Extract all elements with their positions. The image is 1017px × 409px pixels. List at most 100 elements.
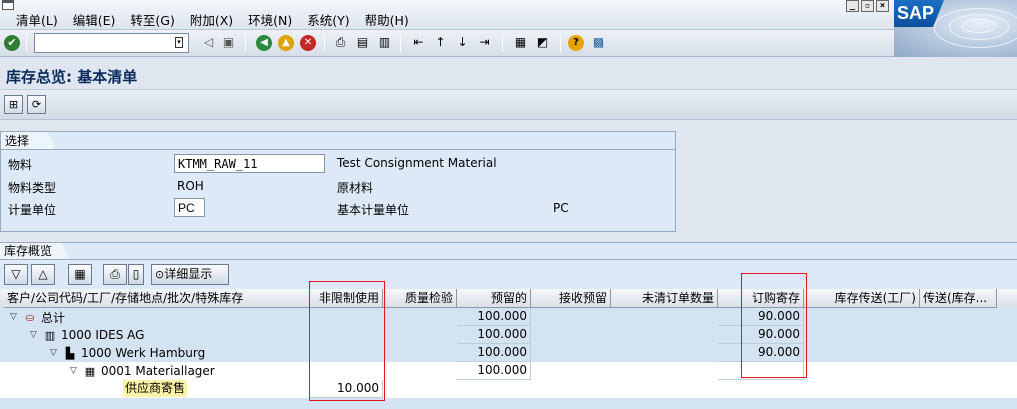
col-receipt-reserved[interactable]: 接收预留 bbox=[531, 289, 611, 308]
material-select-icon[interactable]: ⊞ bbox=[4, 95, 23, 114]
grid-header: 客户/公司代码/工厂/存储地点/批次/特殊库存 非限制使用 质量检验 预留的 接… bbox=[0, 289, 1017, 308]
magnifier-icon: ⊙ bbox=[155, 268, 165, 281]
row-label: 1000 IDES AG bbox=[61, 328, 145, 342]
sap-logo-area: SAP bbox=[894, 0, 1017, 57]
print-icon[interactable]: ⎙ bbox=[332, 34, 349, 51]
menu-bar: 清单(L) 编辑(E) 转至(G) 附加(X) 环境(N) 系统(Y) 帮助(H… bbox=[0, 0, 1017, 30]
col-transfer-storage[interactable]: 传送(库存... bbox=[920, 289, 997, 308]
menu-items: 清单(L) 编辑(E) 转至(G) 附加(X) 环境(N) 系统(Y) 帮助(H… bbox=[16, 10, 409, 29]
refresh-icon[interactable]: ⟳ bbox=[27, 95, 46, 114]
vendor-consignment-label[interactable]: 供应商寄售 bbox=[123, 380, 187, 397]
storage-location-icon: ▦ bbox=[84, 364, 96, 378]
material-type-label: 物料类型 bbox=[8, 181, 57, 195]
detail-display-label: 详细显示 bbox=[164, 267, 213, 281]
table-row[interactable]: ▽ ▦ 0001 Materiallager 100.000 bbox=[0, 362, 1017, 380]
col-unrestricted[interactable]: 非限制使用 bbox=[310, 289, 383, 308]
window-controls: _ ▫ × bbox=[846, 0, 889, 12]
row-label: 0001 Materiallager bbox=[101, 364, 215, 378]
expand-icon[interactable]: ▽ bbox=[4, 264, 28, 285]
company-building-icon: ▥ bbox=[44, 328, 56, 342]
collapse-triangle-icon[interactable]: ▽ bbox=[8, 312, 19, 322]
row-label: 1000 Werk Hamburg bbox=[81, 346, 206, 360]
col-consignment-order[interactable]: 订购寄存 bbox=[718, 289, 804, 308]
reserved-value: 100.000 bbox=[457, 362, 531, 380]
menu-environment[interactable]: 环境(N) bbox=[248, 10, 292, 29]
find-icon[interactable]: ▦ bbox=[68, 264, 92, 285]
minimize-icon[interactable]: _ bbox=[846, 0, 859, 12]
selection-header: 选择 bbox=[1, 132, 56, 150]
uom-label: 计量单位 bbox=[8, 203, 57, 217]
menu-edit[interactable]: 编辑(E) bbox=[73, 10, 116, 29]
reserved-value: 100.000 bbox=[457, 308, 531, 326]
exit-icon[interactable]: ▲ bbox=[278, 35, 294, 51]
title-area: 库存总览: 基本清单 bbox=[0, 57, 1017, 90]
find-icon[interactable]: ▤ bbox=[354, 34, 371, 51]
material-type-value: ROH bbox=[177, 179, 204, 193]
standard-toolbar: ✔ ▾ ◁ ▣ ◀ ▲ ✕ ⎙ ▤ ▥ ⇤ ↑ ↓ ⇥ ▦ ◩ ? ▩ bbox=[0, 30, 894, 57]
last-page-icon[interactable]: ⇥ bbox=[476, 34, 493, 51]
material-label: 物料 bbox=[8, 158, 33, 172]
help-icon[interactable]: ? bbox=[568, 35, 584, 51]
col-stock-transfer-plant[interactable]: 库存传送(工厂) bbox=[804, 289, 920, 308]
selection-panel: 选择 物料 Test Consignment Material 物料类型 ROH… bbox=[0, 131, 676, 232]
collapse-triangle-icon[interactable]: ▽ bbox=[48, 348, 59, 358]
total-stack-icon: ⛀ bbox=[25, 310, 35, 324]
back-icon[interactable]: ◀ bbox=[256, 35, 272, 51]
table-row[interactable]: ▽ ▥ 1000 IDES AG 100.000 90.000 bbox=[0, 326, 1017, 344]
back-arrow-icon[interactable]: ◁ bbox=[200, 34, 217, 51]
stock-overview-panel: 库存概览 ▽ △ ▦ ⎙ ▯ ⊙详细显示 客户/公司代码/工厂/存储地点/批次/… bbox=[0, 242, 1017, 409]
command-field[interactable] bbox=[34, 33, 189, 53]
consignment-order-value bbox=[718, 362, 804, 380]
col-reserved[interactable]: 预留的 bbox=[457, 289, 531, 308]
uom-input[interactable] bbox=[174, 198, 205, 217]
col-open-order-qty[interactable]: 未清订单数量 bbox=[611, 289, 718, 308]
next-page-icon[interactable]: ↓ bbox=[454, 34, 471, 51]
col-quality-inspection[interactable]: 质量检验 bbox=[383, 289, 457, 308]
menu-extras[interactable]: 附加(X) bbox=[190, 10, 233, 29]
reserved-value: 100.000 bbox=[457, 326, 531, 344]
enter-check-icon[interactable]: ✔ bbox=[4, 35, 20, 51]
material-description: Test Consignment Material bbox=[337, 156, 497, 170]
unrestricted-value: 10.000 bbox=[310, 380, 383, 398]
consignment-order-value: 90.000 bbox=[718, 326, 804, 344]
row-label: 总计 bbox=[41, 310, 66, 325]
menu-list[interactable]: 清单(L) bbox=[16, 10, 58, 29]
base-uom-value: PC bbox=[553, 201, 569, 215]
previous-page-icon[interactable]: ↑ bbox=[432, 34, 449, 51]
collapse-triangle-icon[interactable]: ▽ bbox=[28, 330, 39, 340]
table-row-empty bbox=[0, 398, 1017, 409]
table-row[interactable]: ▽ ▙ 1000 Werk Hamburg 100.000 90.000 bbox=[0, 344, 1017, 362]
menu-system[interactable]: 系统(Y) bbox=[307, 10, 349, 29]
col-hierarchy[interactable]: 客户/公司代码/工厂/存储地点/批次/特殊库存 bbox=[4, 289, 310, 308]
close-icon[interactable]: × bbox=[876, 0, 889, 12]
find-next-icon[interactable]: ▥ bbox=[376, 34, 393, 51]
application-toolbar: ⊞ ⟳ bbox=[0, 90, 1017, 120]
new-session-icon[interactable]: ▦ bbox=[512, 34, 529, 51]
base-uom-label: 基本计量单位 bbox=[337, 203, 410, 217]
menu-goto[interactable]: 转至(G) bbox=[130, 10, 174, 29]
cancel-icon[interactable]: ✕ bbox=[300, 35, 316, 51]
command-history-icon[interactable]: ▾ bbox=[175, 37, 183, 48]
save-icon[interactable]: ▣ bbox=[220, 34, 237, 51]
material-input[interactable] bbox=[174, 154, 325, 173]
export-icon[interactable]: ▯ bbox=[128, 264, 144, 285]
layout-icon[interactable]: ▩ bbox=[590, 34, 607, 51]
page-title: 库存总览: 基本清单 bbox=[6, 68, 138, 86]
consignment-order-value: 90.000 bbox=[718, 344, 804, 362]
collapse-icon[interactable]: △ bbox=[31, 264, 55, 285]
window-icon bbox=[2, 0, 14, 10]
shortcut-icon[interactable]: ◩ bbox=[534, 34, 551, 51]
table-row[interactable]: ▽ ⛀ 总计 100.000 90.000 bbox=[0, 308, 1017, 326]
menu-help[interactable]: 帮助(H) bbox=[365, 10, 409, 29]
collapse-triangle-icon[interactable]: ▽ bbox=[68, 366, 79, 376]
detail-display-button[interactable]: ⊙详细显示 bbox=[151, 264, 229, 285]
table-row[interactable]: 供应商寄售 10.000 bbox=[0, 380, 1017, 398]
plant-factory-icon: ▙ bbox=[65, 346, 75, 360]
restore-icon[interactable]: ▫ bbox=[861, 0, 874, 12]
reserved-value: 100.000 bbox=[457, 344, 531, 362]
print-icon[interactable]: ⎙ bbox=[103, 264, 127, 285]
stock-overview-header: 库存概览 bbox=[0, 243, 70, 260]
material-type-description: 原材料 bbox=[337, 181, 374, 195]
consignment-order-value: 90.000 bbox=[718, 308, 804, 326]
first-page-icon[interactable]: ⇤ bbox=[410, 34, 427, 51]
